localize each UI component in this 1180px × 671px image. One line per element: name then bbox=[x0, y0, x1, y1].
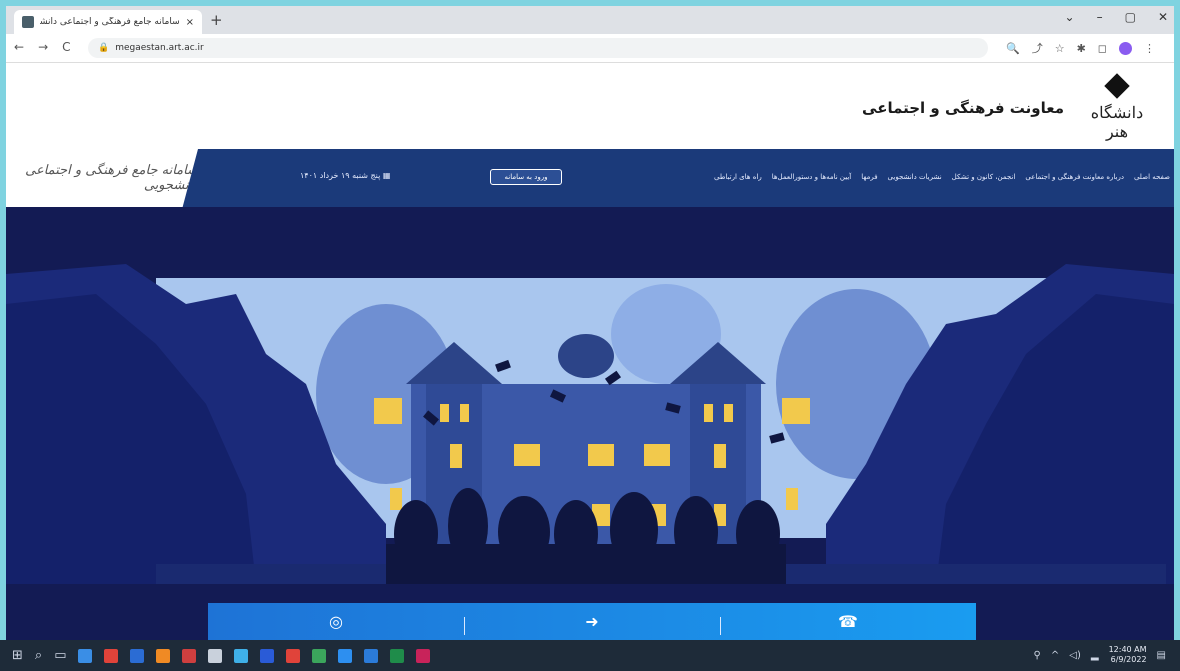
date-text: پنج شنبه ۱۹ خرداد ۱۴۰۱ bbox=[300, 171, 381, 180]
chrome-icon[interactable] bbox=[312, 648, 327, 663]
task-view-icon[interactable]: ▭ bbox=[54, 648, 66, 663]
app-icon[interactable] bbox=[286, 648, 301, 663]
chat-icon: ◎ bbox=[329, 612, 343, 631]
search-icon[interactable]: ⌕ bbox=[35, 648, 42, 663]
window-controls: ⌄ – ▢ ✕ bbox=[1065, 10, 1168, 24]
system-tray: ⚲ ^ ◁) ▂ 12:40 AM 6/9/2022 ▤ bbox=[1034, 645, 1166, 665]
portal-name: سامانه جامع فرهنگی و اجتماعی دانشجویی bbox=[25, 163, 198, 193]
favicon-icon bbox=[22, 16, 34, 28]
browser-toolbar: ← → C 🔒 megaestan.art.ac.ir 🔍 ⤴ ☆ ✱ ◻ ⋮ bbox=[6, 34, 1174, 63]
network-icon[interactable]: ▂ bbox=[1091, 650, 1099, 661]
contact-phone-button[interactable]: ☎ bbox=[720, 603, 976, 640]
menu-item-publications[interactable]: نشریات دانشجویی bbox=[888, 173, 942, 181]
extensions-icon[interactable]: ✱ bbox=[1077, 42, 1086, 55]
minimize-button[interactable]: – bbox=[1097, 10, 1103, 24]
chat-button[interactable]: ◎ bbox=[208, 603, 464, 640]
close-window-button[interactable]: ✕ bbox=[1158, 10, 1168, 24]
photoshop-icon[interactable] bbox=[260, 648, 275, 663]
menu-item-contact[interactable]: راه های ارتباطی bbox=[714, 173, 762, 181]
windows-taskbar: ⊞ ⌕ ▭ ⚲ ^ ◁) ▂ 12:40 AM 6/9/2022 ▤ bbox=[0, 640, 1180, 671]
web-page: دانشگاه هنر معاونت فرهنگی و اجتماعی ساما… bbox=[6, 63, 1174, 640]
menu-item-about[interactable]: درباره معاونت فرهنگی و اجتماعی bbox=[1025, 173, 1124, 181]
zoom-icon[interactable]: 🔍 bbox=[1006, 42, 1020, 55]
login-shortcut-button[interactable]: ➜ bbox=[464, 603, 720, 640]
share-icon[interactable]: ⤴ bbox=[1032, 40, 1043, 56]
new-tab-button[interactable]: + bbox=[210, 11, 223, 29]
calendar-icon: ▦ bbox=[382, 171, 391, 180]
logo-script: دانشگاه هنر bbox=[1090, 103, 1144, 141]
file-explorer-icon[interactable] bbox=[364, 648, 379, 663]
toolbar-icons: 🔍 ⤴ ☆ ✱ ◻ ⋮ bbox=[1006, 40, 1155, 56]
app-icon[interactable] bbox=[130, 648, 145, 663]
firefox-icon[interactable] bbox=[156, 648, 171, 663]
tab-search-icon[interactable]: ⌄ bbox=[1065, 10, 1075, 24]
university-logo[interactable]: دانشگاه هنر bbox=[1086, 73, 1148, 141]
bookmark-star-icon[interactable]: ☆ bbox=[1055, 42, 1065, 55]
app-icon[interactable] bbox=[416, 648, 431, 663]
menu-item-regulations[interactable]: آیین نامه‌ها و دستورالعمل‌ها bbox=[772, 173, 852, 181]
app-icon[interactable] bbox=[208, 648, 223, 663]
side-panel-icon[interactable]: ◻ bbox=[1098, 42, 1107, 55]
login-button[interactable]: ورود به سامانه bbox=[490, 169, 562, 185]
chevron-up-icon[interactable]: ^ bbox=[1051, 650, 1059, 661]
excel-icon[interactable] bbox=[390, 648, 405, 663]
quick-actions-bar: ◎ ➜ ☎ bbox=[208, 603, 976, 640]
people-icon[interactable]: ⚲ bbox=[1034, 650, 1041, 661]
menu-item-associations[interactable]: انجمن، کانون و تشکل bbox=[952, 173, 1016, 181]
close-tab-icon[interactable]: × bbox=[186, 17, 194, 28]
menu-item-forms[interactable]: فرمها bbox=[861, 173, 877, 181]
browser-tab[interactable]: سامانه جامع فرهنگی و اجتماعی دانشگاه × bbox=[14, 10, 202, 34]
clock-date: 6/9/2022 bbox=[1110, 655, 1147, 664]
tab-title: سامانه جامع فرهنگی و اجتماعی دانشگاه bbox=[40, 17, 180, 27]
tab-strip: سامانه جامع فرهنگی و اجتماعی دانشگاه × +… bbox=[6, 6, 1174, 34]
system-clock[interactable]: 12:40 AM 6/9/2022 bbox=[1109, 645, 1147, 665]
phone-icon: ☎ bbox=[838, 612, 858, 631]
app-icon[interactable] bbox=[182, 648, 197, 663]
clock-time: 12:40 AM bbox=[1108, 645, 1147, 654]
menu-kebab-icon[interactable]: ⋮ bbox=[1144, 42, 1155, 55]
maximize-button[interactable]: ▢ bbox=[1125, 10, 1136, 24]
taskbar-apps: ⊞ ⌕ ▭ bbox=[12, 648, 431, 663]
start-icon[interactable]: ⊞ bbox=[12, 648, 23, 663]
login-icon: ➜ bbox=[585, 612, 599, 631]
url-text[interactable]: megaestan.art.ac.ir bbox=[115, 43, 204, 53]
lock-icon: 🔒 bbox=[98, 43, 110, 53]
login-button-label: ورود به سامانه bbox=[504, 173, 548, 181]
app-icon[interactable] bbox=[78, 648, 93, 663]
diamond-icon bbox=[1104, 73, 1130, 99]
volume-icon[interactable]: ◁) bbox=[1069, 650, 1081, 661]
site-header: دانشگاه هنر معاونت فرهنگی و اجتماعی bbox=[6, 63, 1174, 149]
hero-illustration bbox=[6, 264, 1174, 584]
reload-icon[interactable]: C bbox=[62, 40, 70, 54]
app-icon[interactable] bbox=[338, 648, 353, 663]
notifications-icon[interactable]: ▤ bbox=[1157, 650, 1166, 661]
back-icon[interactable]: ← bbox=[14, 40, 24, 54]
forward-icon[interactable]: → bbox=[38, 40, 48, 54]
address-bar[interactable]: 🔒 megaestan.art.ac.ir bbox=[88, 38, 988, 58]
menu-item-home[interactable]: صفحه اصلی bbox=[1134, 173, 1170, 181]
profile-avatar[interactable] bbox=[1118, 41, 1132, 55]
app-icon[interactable] bbox=[104, 648, 119, 663]
portal-logo[interactable]: سامانه جامع فرهنگی و اجتماعی دانشجویی bbox=[6, 149, 198, 207]
current-date: ▦ پنج شنبه ۱۹ خرداد ۱۴۰۱ bbox=[300, 171, 390, 180]
app-icon[interactable] bbox=[234, 648, 249, 663]
browser-window: سامانه جامع فرهنگی و اجتماعی دانشگاه × +… bbox=[6, 6, 1174, 640]
org-name: معاونت فرهنگی و اجتماعی bbox=[862, 99, 1064, 117]
nav-buttons: ← → C bbox=[14, 40, 71, 54]
main-menu: صفحه اصلی درباره معاونت فرهنگی و اجتماعی… bbox=[714, 173, 1170, 181]
